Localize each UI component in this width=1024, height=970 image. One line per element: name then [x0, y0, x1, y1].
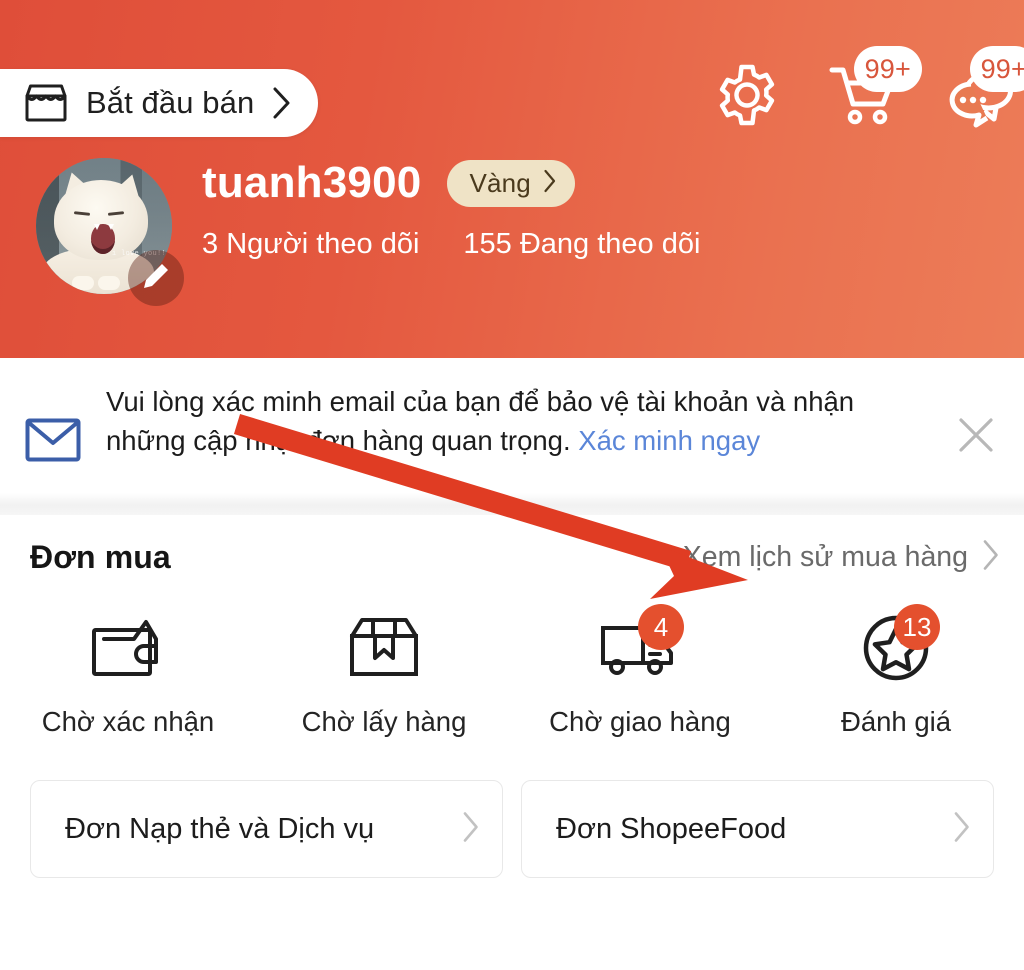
order-status-row: Chờ xác nhận Chờ lấy hàng 4 Chờ giao hàn… — [0, 586, 1024, 744]
purchase-history-label: Xem lịch sử mua hàng — [682, 541, 968, 573]
name-row: tuanh3900 Vàng — [202, 158, 700, 208]
edit-avatar-button[interactable] — [128, 250, 184, 306]
chevron-right-icon — [982, 539, 1000, 576]
cat-paw-right — [98, 276, 120, 290]
orders-title: Đơn mua — [30, 539, 171, 575]
chat-button[interactable]: 99+ — [944, 46, 1024, 134]
stats-row: 3 Người theo dõi 155 Đang theo dõi — [202, 228, 700, 261]
status-item-waiting-confirmation[interactable]: Chờ xác nhận — [0, 614, 256, 738]
status-label: Đánh giá — [840, 706, 952, 737]
chevron-right-icon — [953, 811, 971, 848]
followers-stat[interactable]: 3 Người theo dõi — [202, 228, 419, 261]
shopeefood-label: Đơn ShopeeFood — [556, 812, 787, 845]
bottom-cards-row: Đơn Nạp thẻ và Dịch vụ Đơn ShopeeFood — [0, 744, 1024, 878]
status-icon-box — [82, 614, 174, 686]
purchase-history-link[interactable]: Xem lịch sử mua hàng — [683, 539, 1000, 576]
status-label: Chờ giao hàng — [549, 706, 731, 737]
topup-services-orders-card[interactable]: Đơn Nạp thẻ và Dịch vụ — [30, 780, 503, 878]
cart-badge: 99+ — [853, 46, 922, 92]
profile-info: tuanh3900 Vàng 3 Người theo dõi 155 Đang… — [202, 150, 700, 261]
cat-tooth-right — [108, 224, 114, 230]
chevron-right-icon — [270, 86, 292, 120]
chat-bubbles-icon — [944, 71, 1018, 138]
wallet-icon — [90, 616, 166, 685]
settings-button[interactable] — [712, 60, 782, 134]
header: Bắt đầu bán 99+ 99+ i love you!! tuanh39… — [0, 0, 1024, 358]
following-count: 155 — [463, 228, 512, 260]
close-icon[interactable] — [955, 414, 997, 461]
orders-section: Đơn mua Xem lịch sử mua hàng Chờ xác nhậ… — [0, 515, 1024, 878]
cat-paw-left — [72, 276, 94, 290]
shopee-profile-screen: Bắt đầu bán 99+ 99+ i love you!! tuanh39… — [0, 0, 1024, 970]
status-count-badge: 4 — [638, 604, 684, 650]
cat-tooth-left — [94, 224, 100, 230]
cart-button[interactable]: 99+ — [828, 46, 922, 134]
topup-services-label: Đơn Nạp thẻ và Dịch vụ — [65, 812, 375, 845]
banner-text: Vui lòng xác minh email của bạn để bảo v… — [106, 382, 928, 460]
profile-block: i love you!! tuanh3900 Vàng 3 Người theo… — [0, 150, 1024, 306]
following-stat[interactable]: 155 Đang theo dõi — [463, 228, 700, 261]
status-item-rating[interactable]: 13 Đánh giá — [768, 604, 1024, 738]
start-selling-button[interactable]: Bắt đầu bán — [0, 69, 319, 137]
chat-badge: 99+ — [969, 46, 1024, 92]
start-selling-label: Bắt đầu bán — [86, 85, 255, 120]
banner-close-slot — [928, 382, 1024, 461]
shopeefood-orders-card[interactable]: Đơn ShopeeFood — [521, 780, 994, 878]
shop-icon — [22, 82, 70, 124]
followers-label: Người theo dõi — [226, 228, 420, 260]
email-verification-banner: Vui lòng xác minh email của bạn để bảo v… — [0, 358, 1024, 493]
status-count-badge: 13 — [894, 604, 940, 650]
following-label: Đang theo dõi — [519, 228, 701, 260]
status-icon-box — [338, 614, 430, 686]
chevron-right-icon — [543, 169, 557, 198]
envelope-icon — [25, 418, 81, 467]
orders-header: Đơn mua Xem lịch sử mua hàng — [0, 521, 1024, 586]
followers-count: 3 — [202, 228, 219, 260]
tier-badge[interactable]: Vàng — [447, 159, 575, 207]
tier-label: Vàng — [469, 167, 531, 198]
status-label: Chờ xác nhận — [41, 706, 215, 737]
pencil-icon — [141, 261, 171, 296]
header-actions: 99+ 99+ — [712, 46, 1024, 134]
status-icon-box: 13 — [850, 604, 942, 686]
status-icon-box: 4 — [594, 604, 686, 686]
header-top-bar: Bắt đầu bán 99+ 99+ — [0, 0, 1024, 150]
verify-now-link[interactable]: Xác minh ngay — [578, 425, 760, 456]
chevron-right-icon — [462, 811, 480, 848]
box-icon — [348, 616, 420, 685]
banner-icon-slot — [0, 382, 106, 467]
status-label: Chờ lấy hàng — [301, 706, 467, 737]
shopping-cart-icon — [828, 67, 902, 138]
status-item-waiting-delivery[interactable]: 4 Chờ giao hàng — [512, 604, 768, 738]
status-item-waiting-pickup[interactable]: Chờ lấy hàng — [256, 614, 512, 738]
avatar-wrapper[interactable]: i love you!! — [36, 158, 184, 306]
section-divider — [0, 493, 1024, 515]
username: tuanh3900 — [202, 158, 422, 207]
gear-icon — [712, 64, 782, 134]
